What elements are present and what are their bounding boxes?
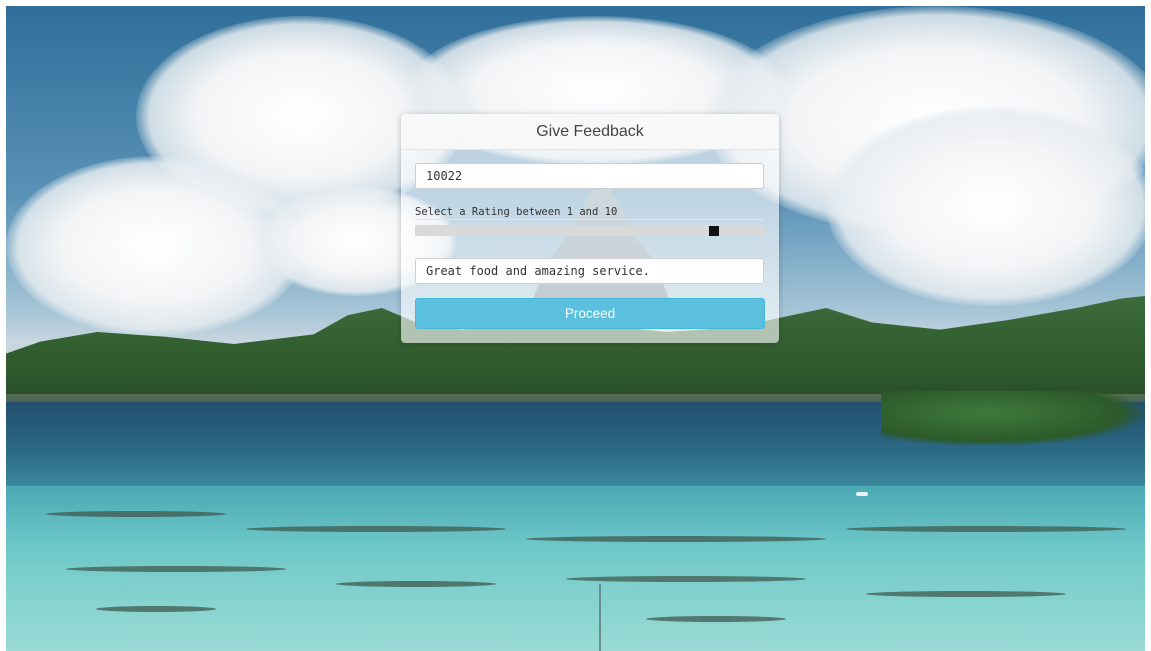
card-title: Give Feedback bbox=[401, 114, 779, 150]
reef bbox=[866, 591, 1066, 597]
slider-thumb[interactable] bbox=[709, 226, 720, 236]
divider bbox=[415, 219, 764, 220]
reef bbox=[336, 581, 496, 587]
comment-input[interactable] bbox=[415, 258, 764, 284]
feedback-card: Give Feedback Select a Rating between 1 … bbox=[401, 114, 779, 343]
reef bbox=[66, 566, 286, 572]
reef bbox=[566, 576, 806, 582]
id-input[interactable] bbox=[415, 163, 764, 189]
reef bbox=[646, 616, 786, 622]
rating-label: Select a Rating between 1 and 10 bbox=[415, 206, 618, 218]
page-background: Give Feedback Select a Rating between 1 … bbox=[6, 6, 1145, 651]
islet bbox=[881, 391, 1145, 446]
reef bbox=[96, 606, 216, 612]
boat-mast bbox=[599, 584, 601, 651]
scrollbar-gutter bbox=[1145, 0, 1151, 651]
rating-slider[interactable] bbox=[415, 225, 765, 236]
cloud bbox=[826, 106, 1145, 306]
reef bbox=[846, 526, 1126, 532]
reef bbox=[46, 511, 226, 517]
proceed-button[interactable]: Proceed bbox=[415, 298, 765, 329]
reef bbox=[526, 536, 826, 542]
reef bbox=[246, 526, 506, 532]
boat bbox=[856, 492, 868, 496]
